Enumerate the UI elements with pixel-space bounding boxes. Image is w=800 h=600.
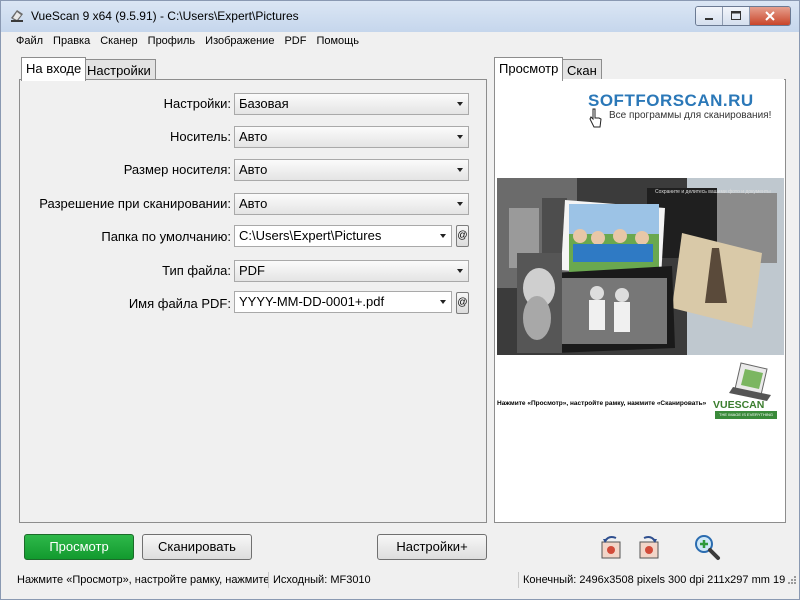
file-type-value: PDF: [239, 263, 265, 278]
default-folder-label: Папка по умолчанию:: [101, 229, 231, 244]
file-type-dropdown[interactable]: PDF: [234, 260, 469, 282]
tab-scan[interactable]: Скан: [562, 59, 602, 81]
file-type-label: Тип файла:: [162, 263, 231, 278]
vuescan-logo-text: VUESCAN: [713, 399, 765, 411]
media-label: Носитель:: [170, 129, 231, 144]
media-dropdown[interactable]: Авто: [234, 126, 469, 148]
settings-dropdown[interactable]: Базовая: [234, 93, 469, 115]
folder-browse-button[interactable]: @: [456, 225, 469, 247]
preview-hint: Нажмите «Просмотр», настройте рамку, наж…: [497, 400, 707, 407]
menu-profile[interactable]: Профиль: [143, 35, 201, 47]
minimize-icon: [705, 18, 713, 20]
menu-help[interactable]: Помощь: [311, 35, 364, 47]
vuescan-logo-tagline: THE IMAGE IS EVERYTHING: [715, 411, 777, 419]
app-window: VueScan 9 x64 (9.5.91) - C:\Users\Expert…: [0, 0, 800, 600]
settings-value: Базовая: [239, 96, 289, 111]
media-size-label: Размер носителя:: [123, 162, 231, 177]
chevron-down-icon: [457, 202, 463, 206]
maximize-button[interactable]: [723, 7, 750, 25]
status-bar: Нажмите «Просмотр», настройте рамку, наж…: [1, 571, 799, 589]
menu-pdf[interactable]: PDF: [279, 35, 311, 47]
vuescan-app-icon[interactable]: [9, 8, 25, 24]
menu-scanner[interactable]: Сканер: [95, 35, 142, 47]
rotate-left-icon[interactable]: [599, 533, 627, 561]
chevron-down-icon: [457, 269, 463, 273]
menu-image[interactable]: Изображение: [200, 35, 279, 47]
pdf-filename-value: YYYY-MM-DD-0001+.pdf: [239, 294, 385, 309]
settings-label: Настройки:: [163, 96, 231, 111]
resize-grip-icon[interactable]: [787, 575, 797, 585]
collage-caption: Сохраните и делитесь вашими фото и докум…: [655, 189, 771, 195]
chevron-down-icon: [457, 168, 463, 172]
media-size-value: Авто: [239, 162, 268, 177]
more-settings-button[interactable]: Настройки+: [377, 534, 487, 560]
chevron-down-icon: [457, 102, 463, 106]
status-source: Исходный: MF3010: [268, 572, 518, 588]
tab-settings[interactable]: Настройки: [82, 59, 156, 81]
softforscan-tagline: Все программы для сканирования!: [609, 110, 772, 121]
scan-resolution-value: Авто: [239, 196, 268, 211]
scan-resolution-label: Разрешение при сканировании:: [39, 196, 231, 211]
pdf-filename-label: Имя файла PDF:: [128, 296, 231, 311]
status-output: Конечный: 2496x3508 pixels 300 dpi 211x2…: [518, 572, 786, 588]
photo-collage: Сохраните и делитесь вашими фото и докум…: [497, 178, 784, 355]
maximize-icon: [731, 11, 741, 20]
status-hint: Нажмите «Просмотр», настройте рамку, наж…: [17, 574, 268, 586]
minimize-button[interactable]: [696, 7, 723, 25]
window-title: VueScan 9 x64 (9.5.91) - C:\Users\Expert…: [31, 9, 299, 23]
scan-resolution-dropdown[interactable]: Авто: [234, 193, 469, 215]
softforscan-logo: SOFTFORSCAN.RU: [588, 91, 754, 110]
filename-options-button[interactable]: @: [456, 292, 469, 314]
tab-input[interactable]: На входе: [21, 57, 87, 81]
window-controls: [695, 6, 791, 26]
menu-bar: Файл Правка Сканер Профиль Изображение P…: [1, 32, 799, 50]
close-button[interactable]: [750, 7, 790, 25]
media-value: Авто: [239, 129, 268, 144]
scan-button[interactable]: Сканировать: [142, 534, 252, 560]
default-folder-combo[interactable]: C:\Users\Expert\Pictures: [234, 225, 452, 247]
zoom-in-icon[interactable]: [693, 533, 721, 561]
chevron-down-icon: [440, 234, 446, 238]
tab-preview[interactable]: Просмотр: [494, 57, 564, 81]
pdf-filename-combo[interactable]: YYYY-MM-DD-0001+.pdf: [234, 291, 452, 313]
rotate-right-icon[interactable]: [633, 533, 661, 561]
menu-file[interactable]: Файл: [1, 35, 48, 47]
title-bar[interactable]: VueScan 9 x64 (9.5.91) - C:\Users\Expert…: [1, 1, 799, 32]
chevron-down-icon: [457, 135, 463, 139]
collage-image: [497, 178, 784, 355]
chevron-down-icon: [440, 300, 446, 304]
hand-cursor-icon: [589, 108, 602, 128]
preview-button[interactable]: Просмотр: [24, 534, 134, 560]
close-icon: [765, 11, 775, 21]
preview-image[interactable]: SOFTFORSCAN.RU Все программы для сканиро…: [497, 79, 784, 521]
default-folder-value: C:\Users\Expert\Pictures: [239, 228, 382, 243]
media-size-dropdown[interactable]: Авто: [234, 159, 469, 181]
menu-edit[interactable]: Правка: [48, 35, 95, 47]
